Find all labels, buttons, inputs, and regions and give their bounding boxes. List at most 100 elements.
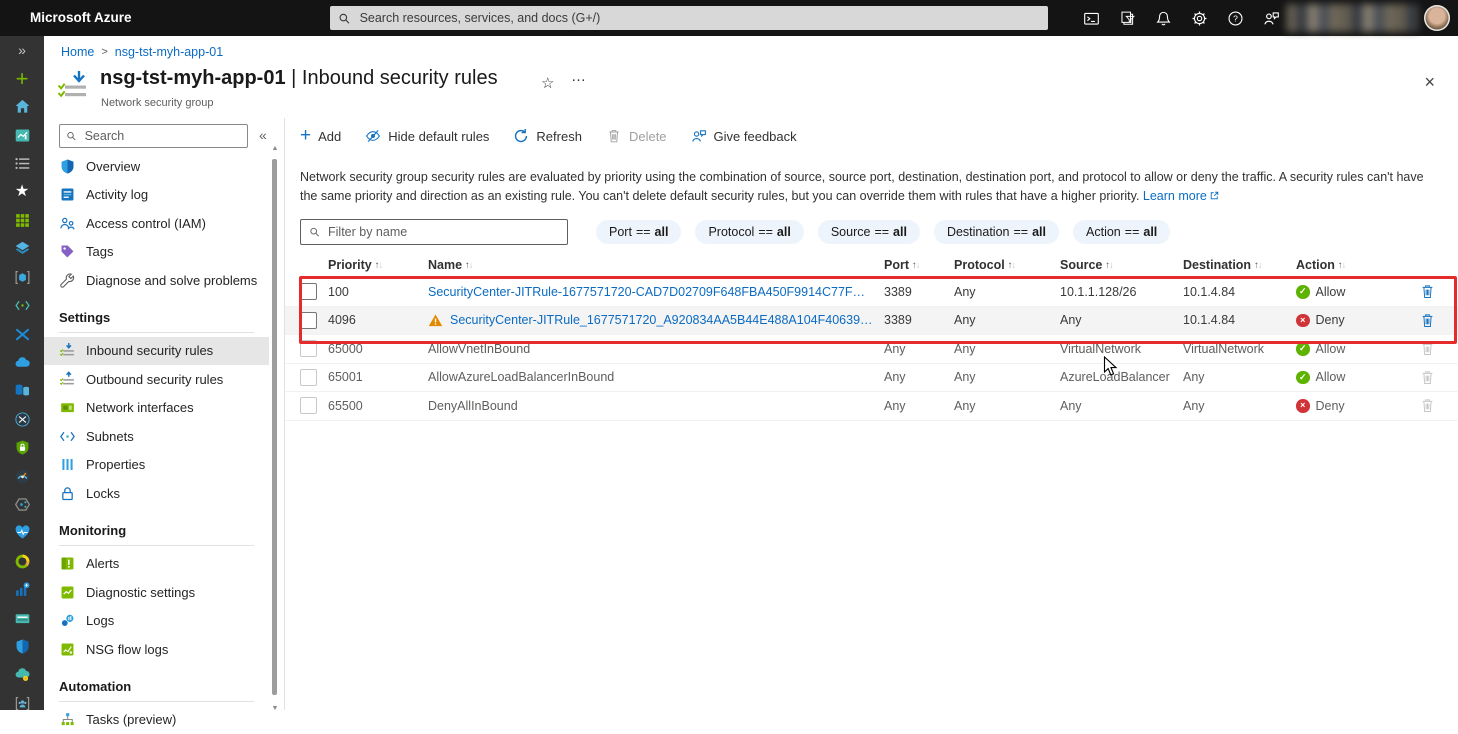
- sidebar-item-locks[interactable]: Locks: [44, 479, 269, 508]
- expand-chevrons-icon[interactable]: »: [0, 36, 44, 64]
- gauge-icon[interactable]: [0, 462, 44, 490]
- sidebar-item-tags[interactable]: Tags: [44, 238, 269, 267]
- pill-operator: ==: [874, 225, 889, 239]
- create-resource-icon[interactable]: +: [0, 64, 44, 92]
- cloud-service-icon[interactable]: [0, 348, 44, 376]
- add-button[interactable]: +Add: [300, 128, 341, 145]
- sidebar-item-subnets[interactable]: Subnets: [44, 422, 269, 451]
- all-services-icon[interactable]: [0, 150, 44, 178]
- filter-pill-source[interactable]: Source==all: [818, 220, 920, 244]
- sidebar-item-properties[interactable]: Properties: [44, 451, 269, 480]
- sort-arrows-icon: ↑↓: [465, 260, 473, 271]
- cost-chart-icon[interactable]: [0, 575, 44, 603]
- sidebar-item-outbound-security-rules[interactable]: Outbound security rules: [44, 365, 269, 394]
- breadcrumb-nsg[interactable]: nsg-tst-myh-app-01: [115, 45, 223, 59]
- avatar[interactable]: [1424, 5, 1450, 31]
- favorite-star-icon[interactable]: ☆: [541, 74, 554, 92]
- panel-bars-icon[interactable]: [0, 604, 44, 632]
- cloud-badge-icon[interactable]: [0, 661, 44, 689]
- heart-pulse-icon[interactable]: [0, 519, 44, 547]
- column-header-protocol[interactable]: Protocol↑↓: [954, 258, 1060, 272]
- sidebar-item-access-control-iam[interactable]: Access control (IAM): [44, 209, 269, 238]
- notifications-bell-icon[interactable]: [1155, 10, 1172, 27]
- collapse-menu-icon[interactable]: «: [259, 127, 267, 143]
- sidebar-item-diagnostic-settings[interactable]: Diagnostic settings: [44, 578, 269, 607]
- hide-default-rules-button[interactable]: Hide default rules: [365, 128, 489, 144]
- donut-chart-icon[interactable]: [0, 547, 44, 575]
- breadcrumb-home[interactable]: Home: [61, 45, 94, 59]
- account-info-redacted: [1286, 4, 1418, 32]
- scroll-up-icon[interactable]: ▲: [270, 145, 280, 152]
- column-header-port[interactable]: Port↑↓: [884, 258, 954, 272]
- code-service-icon[interactable]: [0, 292, 44, 320]
- favorites-icon[interactable]: ★: [0, 178, 44, 206]
- refresh-button[interactable]: Refresh: [513, 128, 582, 144]
- protocol-cell: Any: [954, 399, 1060, 413]
- action-label: Allow: [1316, 285, 1346, 299]
- sidebar-item-activity-log[interactable]: Activity log: [44, 181, 269, 210]
- people-brackets-icon[interactable]: [0, 689, 44, 717]
- column-header-source[interactable]: Source↑↓: [1060, 258, 1183, 272]
- filter-pill-action[interactable]: Action==all: [1073, 220, 1170, 244]
- all-resources-icon[interactable]: [0, 206, 44, 234]
- sidebar-item-network-interfaces[interactable]: Network interfaces: [44, 394, 269, 423]
- feedback-icon[interactable]: [1263, 10, 1280, 27]
- row-checkbox[interactable]: [300, 340, 317, 357]
- action-label: Deny: [1316, 313, 1345, 327]
- sidebar-item-alerts[interactable]: Alerts: [44, 550, 269, 579]
- row-checkbox[interactable]: [300, 397, 317, 414]
- cloud-shell-icon[interactable]: [1083, 10, 1100, 27]
- sql-databases-icon[interactable]: [0, 377, 44, 405]
- overview-icon: [59, 158, 76, 175]
- scrollbar-thumb[interactable]: [272, 159, 277, 695]
- home-icon[interactable]: [0, 93, 44, 121]
- global-search-input[interactable]: [358, 10, 1040, 26]
- dashboard-icon[interactable]: [0, 121, 44, 149]
- column-header-priority[interactable]: Priority↑↓: [328, 258, 428, 272]
- help-icon[interactable]: ?: [1227, 10, 1244, 27]
- sidebar-item-overview[interactable]: Overview: [44, 152, 269, 181]
- menu-search-input[interactable]: [83, 128, 241, 144]
- directory-filter-icon[interactable]: [1119, 10, 1136, 27]
- column-header-action[interactable]: Action↑↓: [1296, 258, 1396, 272]
- column-header-name[interactable]: Name↑↓: [428, 258, 884, 272]
- global-search[interactable]: [330, 6, 1048, 30]
- hexagon-dots-icon[interactable]: [0, 490, 44, 518]
- sidebar-item-label: Logs: [86, 613, 114, 628]
- sidebar-item-nsg-flow-logs[interactable]: NSG flow logs: [44, 635, 269, 664]
- sidebar-item-inbound-security-rules[interactable]: Inbound security rules: [44, 337, 269, 366]
- rule-name[interactable]: SecurityCenter-JITRule_1677571720_A92083…: [450, 313, 874, 327]
- sidebar-item-logs[interactable]: Logs: [44, 607, 269, 636]
- column-header-destination[interactable]: Destination↑↓: [1183, 258, 1296, 272]
- settings-gear-icon[interactable]: [1191, 10, 1208, 27]
- menu-search[interactable]: [59, 124, 248, 148]
- cube-brackets-icon[interactable]: [0, 263, 44, 291]
- port-cell: Any: [884, 342, 954, 356]
- eyeslash-icon: [365, 128, 381, 144]
- search-icon: [66, 130, 77, 142]
- cross-service-icon[interactable]: [0, 320, 44, 348]
- row-checkbox[interactable]: [300, 312, 317, 329]
- more-options-icon[interactable]: …: [571, 68, 587, 85]
- shield-lock-icon[interactable]: [0, 433, 44, 461]
- delete-rule-icon[interactable]: [1420, 283, 1435, 300]
- sidebar-item-diagnose-and-solve-problems[interactable]: Diagnose and solve problems: [44, 266, 269, 295]
- give-feedback-button[interactable]: Give feedback: [691, 128, 797, 144]
- name-filter[interactable]: [300, 219, 568, 245]
- shield-icon[interactable]: [0, 632, 44, 660]
- protocol-cell: Any: [954, 285, 1060, 299]
- row-checkbox[interactable]: [300, 369, 317, 386]
- name-filter-input[interactable]: [326, 224, 559, 240]
- menu-group-header-automation: Automation: [44, 664, 269, 694]
- resource-groups-icon[interactable]: [0, 235, 44, 263]
- filter-pill-port[interactable]: Port==all: [596, 220, 681, 244]
- close-blade-icon[interactable]: ×: [1424, 73, 1435, 91]
- row-checkbox[interactable]: [300, 283, 317, 300]
- filter-pill-destination[interactable]: Destination==all: [934, 220, 1059, 244]
- delete-rule-icon[interactable]: [1420, 312, 1435, 329]
- rule-name[interactable]: SecurityCenter-JITRule-1677571720-CAD7D0…: [428, 285, 874, 299]
- globe-x-icon[interactable]: [0, 405, 44, 433]
- filter-pill-protocol[interactable]: Protocol==all: [695, 220, 803, 244]
- scroll-down-icon[interactable]: ▼: [270, 705, 280, 712]
- learn-more-link[interactable]: Learn more: [1143, 189, 1207, 203]
